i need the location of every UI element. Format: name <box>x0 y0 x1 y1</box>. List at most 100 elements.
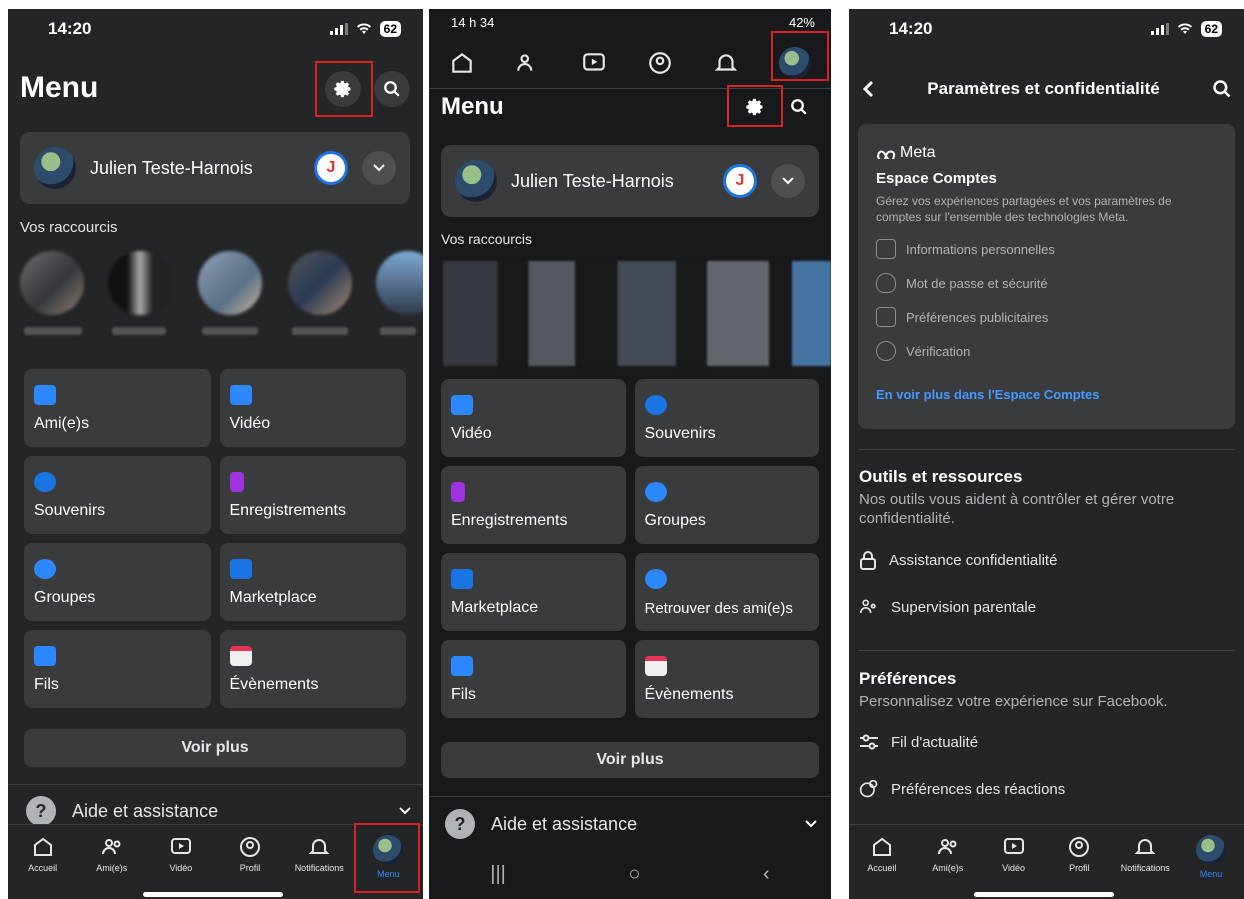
tile-video[interactable]: Vidéo <box>219 369 406 447</box>
parental-supervision-row[interactable]: Supervision parentale <box>859 597 1036 617</box>
tile-label: Fils <box>451 686 476 703</box>
tile-groups[interactable]: Groupes <box>24 543 211 621</box>
menu-avatar-icon <box>1196 835 1227 865</box>
status-bar: 14:20 62 <box>8 9 423 49</box>
tab-profile[interactable]: Profil <box>218 825 282 873</box>
search-icon[interactable] <box>1212 79 1232 99</box>
divider <box>858 449 1235 450</box>
tile-feeds[interactable]: Fils <box>441 640 626 718</box>
recents-icon[interactable]: ||| <box>490 863 506 886</box>
tile-label: Vidéo <box>451 425 492 442</box>
tab-profile[interactable]: Profil <box>1047 825 1111 873</box>
privacy-checkup-row[interactable]: Assistance confidentialité <box>859 550 1057 570</box>
tile-saved[interactable]: Enregistrements <box>441 466 626 544</box>
battery-level: 62 <box>1200 21 1222 37</box>
header: Paramètres et confidentialité <box>849 69 1244 109</box>
search-button[interactable] <box>781 89 817 125</box>
menu-tiles: Vidéo Souvenirs Enregistrements Groupes … <box>441 379 819 718</box>
tile-groups[interactable]: Groupes <box>634 466 819 544</box>
tile-events[interactable]: Évènements <box>634 640 819 718</box>
tile-marketplace[interactable]: Marketplace <box>219 543 406 621</box>
accounts-center-card[interactable]: Meta Espace Comptes Gérez vos expérience… <box>858 124 1235 429</box>
tab-friends[interactable]: Ami(e)s <box>80 825 144 873</box>
item-label: Informations personnelles <box>906 241 1055 257</box>
tab-video[interactable]: Vidéo <box>982 825 1046 873</box>
shortcuts-label: Vos raccourcis <box>441 231 533 247</box>
help-icon: ? <box>26 796 56 826</box>
tile-friends[interactable]: Ami(e)s <box>24 369 211 447</box>
tab-home[interactable]: Accueil <box>11 825 75 873</box>
shortcut-avatar[interactable] <box>108 251 172 315</box>
tab-notifications[interactable]: Notifications <box>1113 825 1177 873</box>
shortcuts-strip-pixelated[interactable] <box>443 261 831 366</box>
accounts-item[interactable]: Mot de passe et sécurité <box>876 273 1217 293</box>
video-icon <box>170 838 191 854</box>
screen-menu-ios: 14:20 62 Menu Julien Teste-Harnois J Vos… <box>8 9 423 899</box>
accounts-item[interactable]: Informations personnelles <box>876 239 1217 259</box>
avatar <box>34 147 76 189</box>
video-icon <box>1003 838 1024 854</box>
tile-marketplace[interactable]: Marketplace <box>441 553 626 631</box>
item-label: Vérification <box>906 343 971 359</box>
profile-icon[interactable] <box>647 50 673 76</box>
tile-memories[interactable]: Souvenirs <box>24 456 211 534</box>
page-title: Menu <box>20 71 99 104</box>
profile-card[interactable]: Julien Teste-Harnois J <box>20 132 410 204</box>
see-more-button[interactable]: Voir plus <box>24 729 406 767</box>
tab-menu[interactable]: Menu <box>1179 825 1243 879</box>
home-indicator <box>974 892 1114 897</box>
shop-icon <box>229 559 252 579</box>
accounts-item[interactable]: Préférences publicitaires <box>876 307 1217 327</box>
tab-label: Profil <box>1069 863 1090 873</box>
see-more-button[interactable]: Voir plus <box>441 742 819 778</box>
tile-label: Marketplace <box>229 589 317 606</box>
tab-notifications[interactable]: Notifications <box>287 825 351 873</box>
page-avatar-badge[interactable]: J <box>723 164 757 198</box>
shortcut-avatar[interactable] <box>198 251 262 315</box>
family-icon <box>859 599 876 613</box>
accounts-item[interactable]: Vérification <box>876 341 1217 361</box>
profile-card[interactable]: Julien Teste-Harnois J <box>441 145 819 217</box>
tile-video[interactable]: Vidéo <box>441 379 626 457</box>
home-icon[interactable] <box>449 50 475 76</box>
tile-events[interactable]: Évènements <box>219 630 406 708</box>
divider <box>858 650 1235 651</box>
highlight-box-menu-tab <box>354 823 420 893</box>
reaction-preferences-row[interactable]: Préférences des réactions <box>859 779 1065 799</box>
accounts-center-link[interactable]: En voir plus dans l'Espace Comptes <box>876 387 1217 402</box>
tile-feeds[interactable]: Fils <box>24 630 211 708</box>
bookmark-icon <box>229 472 244 492</box>
help-label: Aide et assistance <box>72 800 219 821</box>
friends-icon[interactable] <box>515 50 541 76</box>
highlight-box-menu-tab <box>771 31 829 81</box>
tile-saved[interactable]: Enregistrements <box>219 456 406 534</box>
tab-video[interactable]: Vidéo <box>149 825 213 873</box>
news-feed-row[interactable]: Fil d'actualité <box>859 733 978 751</box>
shortcuts-label: Vos raccourcis <box>20 219 118 236</box>
home-circle-icon[interactable]: ○ <box>628 863 640 886</box>
shield-icon <box>876 273 896 293</box>
tab-friends[interactable]: Ami(e)s <box>916 825 980 873</box>
profile-name: Julien Teste-Harnois <box>511 170 674 191</box>
ad-icon <box>876 307 896 327</box>
page-avatar-badge[interactable]: J <box>314 151 348 185</box>
help-row[interactable]: ? Aide et assistance <box>445 809 817 839</box>
tile-label: Groupes <box>644 512 706 529</box>
back-arrow-icon[interactable] <box>861 80 875 98</box>
shortcut-avatar[interactable] <box>376 251 423 315</box>
help-row[interactable]: ? Aide et assistance <box>26 796 411 826</box>
tile-find-friends[interactable]: Retrouver des ami(e)s <box>634 553 819 631</box>
video-icon[interactable] <box>581 50 607 76</box>
bell-icon[interactable] <box>713 50 739 76</box>
tile-memories[interactable]: Souvenirs <box>634 379 819 457</box>
back-icon[interactable]: ‹ <box>763 863 770 886</box>
shortcut-avatar[interactable] <box>20 251 84 315</box>
expand-profiles-button[interactable] <box>771 164 805 198</box>
calendar-icon <box>644 656 667 676</box>
expand-profiles-button[interactable] <box>362 151 396 185</box>
screen-settings-privacy: 14:20 62 Paramètres et confidentialité M… <box>849 9 1244 899</box>
friends-icon <box>34 385 56 405</box>
shortcut-avatar[interactable] <box>288 251 352 315</box>
tab-home[interactable]: Accueil <box>850 825 914 873</box>
search-button[interactable] <box>374 71 410 107</box>
